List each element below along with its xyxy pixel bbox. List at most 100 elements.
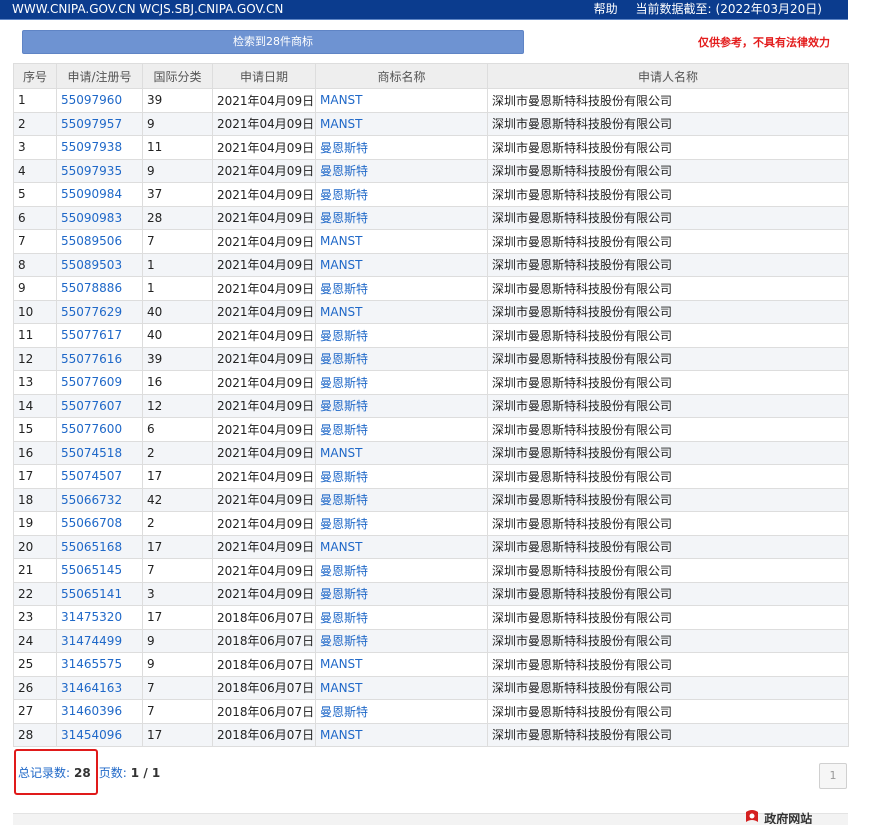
reg-number-link[interactable]: 55097938 [61, 140, 122, 154]
trademark-name-link-cell: MANST [315, 722, 488, 747]
trademark-name-link-cell: 曼恩斯特 [315, 182, 488, 207]
reg-number-link[interactable]: 55078886 [61, 281, 122, 295]
trademark-name-link[interactable]: 曼恩斯特 [320, 399, 368, 413]
reg-number-link[interactable]: 31474499 [61, 634, 122, 648]
trademark-name-link[interactable]: MANST [320, 681, 363, 695]
reg-number-link[interactable]: 55097935 [61, 164, 122, 178]
reg-number-link[interactable]: 55097960 [61, 93, 122, 107]
applicant-cell: 深圳市曼恩斯特科技股份有限公司 [487, 323, 849, 348]
trademark-name-link[interactable]: MANST [320, 117, 363, 131]
trademark-name-link-cell: 曼恩斯特 [315, 699, 488, 724]
applicant-cell: 深圳市曼恩斯特科技股份有限公司 [487, 205, 849, 230]
applicant-cell: 深圳市曼恩斯特科技股份有限公司 [487, 699, 849, 724]
class-cell: 7 [142, 229, 213, 254]
trademark-name-link[interactable]: MANST [320, 657, 363, 671]
reg-number-link[interactable]: 55090984 [61, 187, 122, 201]
trademark-name-link[interactable]: 曼恩斯特 [320, 564, 368, 578]
trademark-name-link[interactable]: 曼恩斯特 [320, 705, 368, 719]
trademark-name-link[interactable]: 曼恩斯特 [320, 493, 368, 507]
class-cell: 3 [142, 581, 213, 606]
page-button[interactable]: 1 [819, 763, 847, 789]
reg-number-link[interactable]: 55065168 [61, 540, 122, 554]
date-cell: 2021年04月09日 [212, 511, 316, 536]
reg-number-link-cell: 55065168 [56, 534, 143, 559]
date-cell: 2021年04月09日 [212, 135, 316, 160]
trademark-name-link[interactable]: 曼恩斯特 [320, 282, 368, 296]
reg-number-link[interactable]: 55077629 [61, 305, 122, 319]
reg-number-link[interactable]: 55066708 [61, 516, 122, 530]
reg-number-link-cell: 55065145 [56, 558, 143, 583]
trademark-name-link[interactable]: 曼恩斯特 [320, 517, 368, 531]
trademark-name-link-cell: MANST [315, 229, 488, 254]
reg-number-link[interactable]: 31460396 [61, 704, 122, 718]
reg-number-link[interactable]: 55074507 [61, 469, 122, 483]
trademark-name-link[interactable]: MANST [320, 93, 363, 107]
date-cell: 2021年04月09日 [212, 323, 316, 348]
reg-number-link[interactable]: 31475320 [61, 610, 122, 624]
reg-number-link[interactable]: 55077616 [61, 352, 122, 366]
trademark-name-link-cell: 曼恩斯特 [315, 464, 488, 489]
reg-number-link[interactable]: 55066732 [61, 493, 122, 507]
reg-number-link[interactable]: 55089503 [61, 258, 122, 272]
reg-number-link[interactable]: 31465575 [61, 657, 122, 671]
row-index: 11 [13, 323, 57, 348]
class-cell: 2 [142, 440, 213, 465]
reg-number-link[interactable]: 55090983 [61, 211, 122, 225]
row-index: 15 [13, 417, 57, 442]
trademark-name-link[interactable]: 曼恩斯特 [320, 211, 368, 225]
trademark-name-link[interactable]: 曼恩斯特 [320, 587, 368, 601]
trademark-name-link[interactable]: 曼恩斯特 [320, 329, 368, 343]
reg-number-link[interactable]: 31454096 [61, 728, 122, 742]
trademark-name-link-cell: MANST [315, 111, 488, 136]
reg-number-link[interactable]: 55074518 [61, 446, 122, 460]
trademark-name-link[interactable]: MANST [320, 234, 363, 248]
trademark-name-link[interactable]: 曼恩斯特 [320, 376, 368, 390]
class-cell: 17 [142, 605, 213, 630]
row-index: 2 [13, 111, 57, 136]
reg-number-link[interactable]: 55065141 [61, 587, 122, 601]
applicant-cell: 深圳市曼恩斯特科技股份有限公司 [487, 182, 849, 207]
pages-value: 1 / 1 [130, 766, 161, 780]
reg-number-link[interactable]: 55065145 [61, 563, 122, 577]
trademark-name-link[interactable]: 曼恩斯特 [320, 470, 368, 484]
reg-number-link-cell: 55089503 [56, 252, 143, 277]
reg-number-link[interactable]: 31464163 [61, 681, 122, 695]
reg-number-link[interactable]: 55077617 [61, 328, 122, 342]
applicant-cell: 深圳市曼恩斯特科技股份有限公司 [487, 135, 849, 160]
trademark-name-link[interactable]: MANST [320, 305, 363, 319]
table-row: 20 55065168 17 2021年04月09日 MANST 深圳市曼恩斯特科技股份有… [13, 534, 849, 559]
class-cell: 7 [142, 675, 213, 700]
applicant-cell: 深圳市曼恩斯特科技股份有限公司 [487, 464, 849, 489]
trademark-name-link[interactable]: 曼恩斯特 [320, 141, 368, 155]
reg-number-link[interactable]: 55097957 [61, 117, 122, 131]
trademark-name-link-cell: 曼恩斯特 [315, 205, 488, 230]
trademark-name-link[interactable]: MANST [320, 540, 363, 554]
table-row: 16 55074518 2 2021年04月09日 MANST 深圳市曼恩斯特科技股份有限… [13, 440, 849, 465]
trademark-name-link[interactable]: 曼恩斯特 [320, 188, 368, 202]
gov-site-badge[interactable]: 政府网站 [744, 810, 812, 824]
reg-number-link[interactable]: 55077609 [61, 375, 122, 389]
trademark-name-link[interactable]: 曼恩斯特 [320, 634, 368, 648]
reg-number-link[interactable]: 55077607 [61, 399, 122, 413]
reg-number-link-cell: 31475320 [56, 605, 143, 630]
date-cell: 2021年04月09日 [212, 393, 316, 418]
reg-number-link[interactable]: 55077600 [61, 422, 122, 436]
col-header-reg-number: 申请/注册号 [56, 63, 143, 89]
trademark-name-link-cell: 曼恩斯特 [315, 323, 488, 348]
reg-number-link-cell: 55097960 [56, 88, 143, 113]
reg-number-link[interactable]: 55089506 [61, 234, 122, 248]
trademark-name-link[interactable]: MANST [320, 728, 363, 742]
trademark-name-link[interactable]: MANST [320, 258, 363, 272]
table-row: 7 55089506 7 2021年04月09日 MANST 深圳市曼恩斯特科技股份有限公… [13, 229, 849, 254]
trademark-name-link[interactable]: 曼恩斯特 [320, 352, 368, 366]
trademark-name-link[interactable]: MANST [320, 446, 363, 460]
reg-number-link-cell: 55065141 [56, 581, 143, 606]
row-index: 13 [13, 370, 57, 395]
trademark-name-link[interactable]: 曼恩斯特 [320, 164, 368, 178]
trademark-name-link[interactable]: 曼恩斯特 [320, 611, 368, 625]
applicant-cell: 深圳市曼恩斯特科技股份有限公司 [487, 581, 849, 606]
table-row: 8 55089503 1 2021年04月09日 MANST 深圳市曼恩斯特科技股份有限公… [13, 252, 849, 277]
help-link[interactable]: 帮助 [594, 2, 618, 16]
trademark-name-link[interactable]: 曼恩斯特 [320, 423, 368, 437]
trademark-name-link-cell: 曼恩斯特 [315, 511, 488, 536]
